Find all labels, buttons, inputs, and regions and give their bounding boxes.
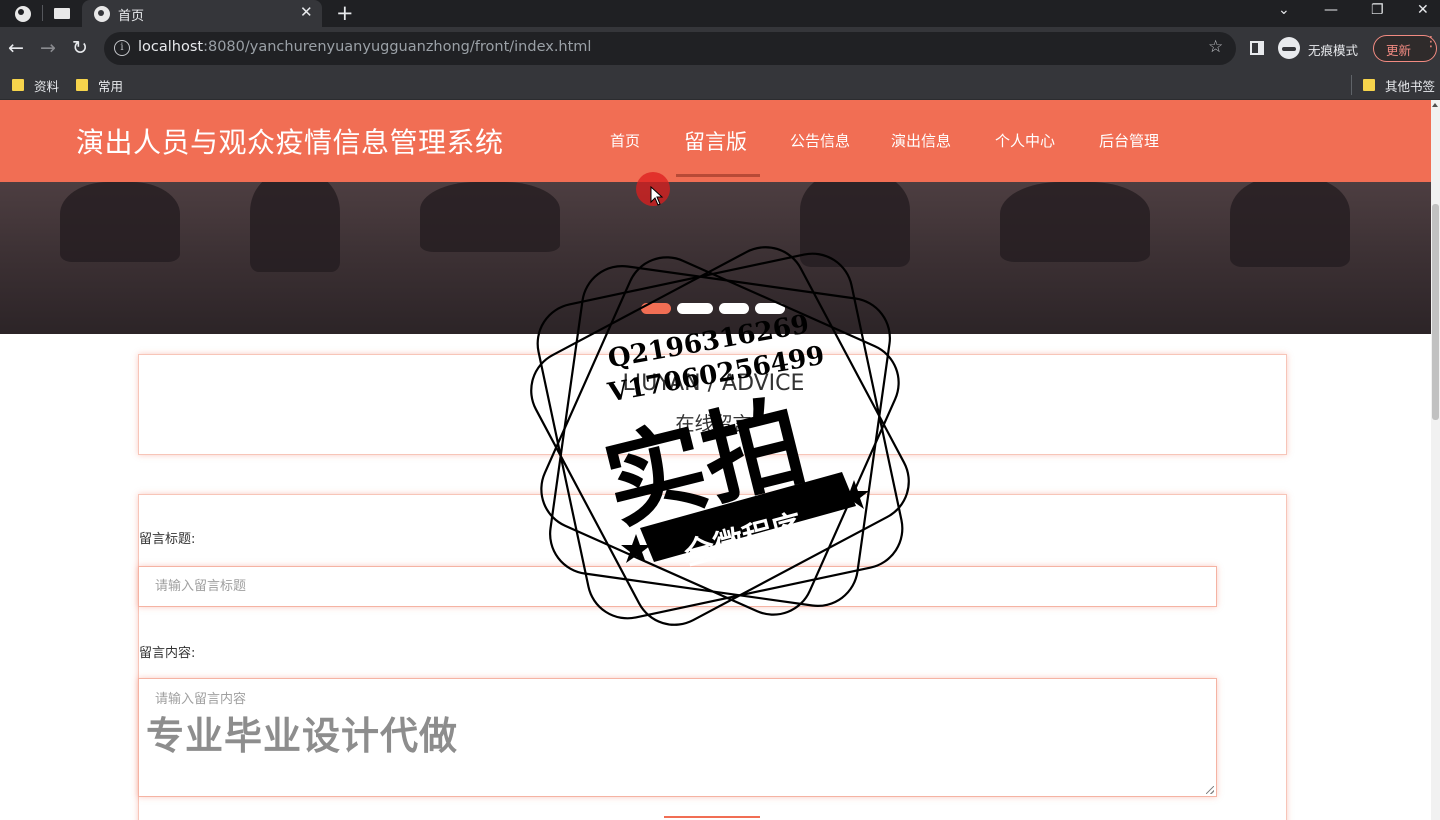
new-tab-button[interactable]: + (336, 0, 354, 27)
scroll-up-icon[interactable] (1432, 103, 1438, 107)
globe-icon[interactable] (15, 6, 31, 22)
page-scrollbar[interactable] (1431, 100, 1440, 820)
close-tab-icon[interactable]: ✕ (300, 3, 313, 21)
bookmarks-separator (1351, 75, 1352, 95)
banner-silhouette (1230, 182, 1350, 267)
site-title: 演出人员与观众疫情信息管理系统 (76, 126, 504, 159)
site-info-icon[interactable]: i (114, 40, 130, 56)
restore-icon[interactable]: ❐ (1371, 2, 1384, 18)
bookmarks-bar: 资料 常用 其他书签 (0, 70, 1440, 100)
update-label: 更新 (1386, 43, 1412, 58)
bookmark-star-icon[interactable]: ☆ (1208, 37, 1223, 57)
browser-tab-strip: 首页 ✕ + ⌄ — ❐ ✕ (0, 0, 1440, 27)
minimize-icon[interactable]: — (1324, 2, 1338, 18)
folder-icon (1363, 79, 1375, 91)
watermark-text: 专业毕业设计代做 (146, 714, 459, 758)
tab-separator (42, 5, 43, 21)
site-header: 演出人员与观众疫情信息管理系统 首页 留言版 公告信息 演出信息 个人中心 后台… (0, 100, 1431, 182)
window-close-icon[interactable]: ✕ (1417, 2, 1429, 18)
globe-icon (94, 6, 110, 22)
tab-search-icon[interactable] (54, 8, 70, 19)
reload-icon[interactable]: ↻ (72, 36, 88, 60)
address-bar[interactable]: i localhost:8080/yanchurenyuanyugguanzho… (104, 32, 1236, 65)
title-placeholder: 请输入留言标题 (155, 579, 247, 594)
nav-announcements[interactable]: 公告信息 (790, 130, 850, 151)
nav-performances[interactable]: 演出信息 (891, 130, 951, 151)
nav-message-board[interactable]: 留言版 (684, 126, 747, 156)
mouse-cursor-icon (650, 186, 664, 206)
update-button[interactable]: 更新 ⋮ (1373, 34, 1438, 62)
nav-home[interactable]: 首页 (610, 130, 640, 151)
tab-title: 首页 (118, 9, 145, 24)
browser-tab-active[interactable]: 首页 ✕ (82, 0, 322, 27)
submit-button[interactable] (664, 816, 760, 820)
scrollbar-thumb[interactable] (1432, 204, 1439, 420)
folder-icon (76, 79, 88, 91)
menu-dots-icon: ⋮ (1424, 34, 1438, 50)
back-icon[interactable]: ← (8, 36, 24, 60)
folder-icon (12, 79, 24, 91)
tab-list-chevron-icon[interactable]: ⌄ (1278, 2, 1290, 18)
content-field-label: 留言内容: (139, 646, 196, 661)
browser-toolbar: ← → ↻ i localhost:8080/yanchurenyuanyugg… (0, 27, 1440, 70)
resize-handle[interactable] (1206, 786, 1214, 794)
nav-profile[interactable]: 个人中心 (995, 130, 1055, 151)
incognito-label[interactable]: 无痕模式 (1308, 40, 1358, 59)
url-text[interactable]: localhost:8080/yanchurenyuanyugguanzhong… (138, 39, 591, 55)
active-nav-underline (676, 174, 760, 177)
incognito-icon[interactable] (1278, 37, 1300, 59)
side-panel-icon[interactable] (1250, 41, 1264, 55)
watermark-stamp: Q2196316269 V17060256499 实拍 全微程序 (530, 246, 910, 626)
banner-silhouette (1000, 182, 1150, 262)
banner-silhouette (60, 182, 180, 262)
banner-silhouette (250, 182, 340, 272)
nav-admin[interactable]: 后台管理 (1099, 130, 1159, 151)
title-field-label: 留言标题: (139, 532, 196, 547)
forward-icon[interactable]: → (40, 36, 56, 60)
